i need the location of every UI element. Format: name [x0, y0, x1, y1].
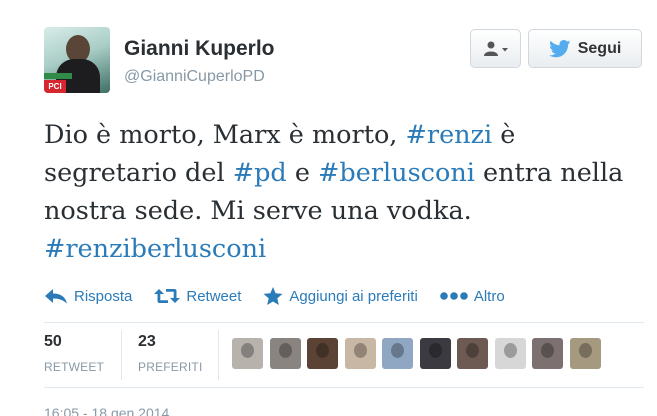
user-avatar[interactable] [494, 338, 526, 369]
divider-bottom [44, 387, 644, 388]
retweet-count: 50 [44, 333, 62, 350]
retweet-count-label: RETWEET [44, 360, 105, 374]
favorite-action[interactable]: Aggiungi ai preferiti [263, 286, 418, 306]
tweet-text-line: Dio è morto, Marx è morto, #renzi è [44, 116, 644, 154]
favorite-count-label: PREFERITI [138, 360, 203, 374]
hashtag-link[interactable]: #pd [233, 158, 287, 188]
user-dropdown-icon [483, 41, 508, 56]
tweet-actions: Risposta Retweet Aggiungi ai preferiti A… [44, 284, 527, 308]
user-avatar[interactable] [419, 338, 451, 369]
twitter-bird-icon [548, 39, 571, 57]
tweet-text-line: segretario del #pd e #berlusconi entra n… [44, 154, 644, 192]
tweet-timestamp[interactable]: 16:05 - 18 gen 2014 [44, 405, 169, 416]
more-dots-icon [440, 292, 468, 300]
follow-button[interactable]: Segui [528, 29, 642, 68]
retweet-label: Retweet [186, 287, 242, 305]
retweet-icon [154, 289, 181, 303]
avatar-green-stripe [44, 73, 72, 79]
reply-label: Risposta [74, 287, 133, 305]
user-avatar[interactable] [307, 338, 338, 369]
favorite-stat[interactable]: 23 PREFERITI [138, 333, 202, 374]
favorite-label: Aggiungi ai preferiti [289, 287, 418, 305]
user-avatar[interactable]: PCI [44, 27, 110, 93]
avatar-tag: PCI [44, 80, 66, 93]
tweet-text-segment: nostra sede. Mi serve una vodka. [44, 196, 472, 226]
more-action[interactable]: Altro [440, 288, 505, 305]
user-avatar[interactable] [382, 338, 413, 369]
follow-button-label: Segui [577, 39, 622, 57]
tweet-text-line: nostra sede. Mi serve una vodka. [44, 192, 644, 230]
retweet-action[interactable]: Retweet [154, 288, 241, 305]
user-actions-button[interactable] [470, 29, 521, 68]
tweet-card: PCI Gianni Kuperlo @GianniCuperloPD Segu… [0, 0, 657, 416]
tweet-text-segment: entra nella [474, 158, 624, 188]
star-icon [263, 286, 283, 305]
retweet-stat[interactable]: 50 RETWEET [44, 333, 104, 374]
user-avatar[interactable] [232, 338, 263, 369]
user-avatar[interactable] [457, 338, 488, 369]
tweet-text: Dio è morto, Marx è morto, #renzi è segre… [44, 116, 644, 268]
user-avatar[interactable] [532, 338, 563, 369]
hashtag-link[interactable]: #berlusconi [318, 158, 475, 188]
stat-separator [121, 330, 122, 380]
hashtag-link[interactable]: #renziberlusconi [44, 234, 266, 264]
hashtag-link[interactable]: #renzi [406, 120, 493, 150]
stat-separator [218, 330, 219, 380]
user-fullname[interactable]: Gianni Kuperlo [124, 37, 275, 61]
user-screen-name[interactable]: @GianniCuperloPD [124, 68, 265, 86]
user-avatar[interactable] [344, 338, 376, 369]
favoriter-avatars [232, 338, 607, 369]
tweet-text-line: #renziberlusconi [44, 230, 644, 268]
user-avatar[interactable] [269, 338, 301, 369]
divider-top [44, 322, 644, 323]
reply-icon [45, 289, 67, 304]
reply-action[interactable]: Risposta [44, 288, 132, 305]
more-label: Altro [473, 287, 505, 305]
tweet-text-segment: Dio è morto, Marx è morto, [44, 120, 406, 150]
tweet-text-segment: è [492, 120, 516, 150]
favorite-count: 23 [138, 333, 156, 350]
user-avatar[interactable] [569, 338, 601, 369]
tweet-text-segment: e [286, 158, 319, 188]
tweet-text-segment: segretario del [44, 158, 233, 188]
